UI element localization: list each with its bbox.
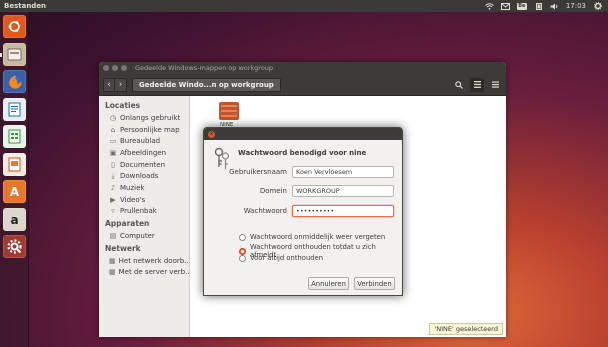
- username-row: Gebruikersnaam Koen Vervloesem: [204, 166, 394, 178]
- sidebar-item-pictures[interactable]: ▣ Afbeeldingen: [99, 147, 189, 159]
- mail-icon[interactable]: [500, 2, 510, 10]
- password-dialog: × Wachtwoord benodigd voor nine Gebruike…: [203, 127, 403, 296]
- app-menu-title[interactable]: Bestanden: [0, 2, 485, 10]
- music-icon: ♪: [110, 183, 116, 192]
- amazon-glyph: a: [10, 212, 19, 227]
- writer-icon[interactable]: [3, 98, 26, 121]
- documents-icon: ▯: [111, 160, 115, 169]
- sidebar-item-desktop[interactable]: ▭ Bureaublad: [99, 135, 189, 147]
- chevron-left-icon: ‹: [107, 79, 111, 90]
- software-center-icon[interactable]: A: [3, 180, 26, 203]
- sidebar-item-label: Persoonlijke map: [120, 125, 180, 134]
- network-icon[interactable]: [484, 2, 494, 10]
- ubuntu-dash-icon[interactable]: [3, 15, 26, 38]
- places-sidebar: Locaties ◷ Onlangs gebruikt ⌂ Persoonlijke…: [99, 96, 190, 337]
- sidebar-item-label: Computer: [120, 232, 155, 241]
- system-settings-icon[interactable]: [3, 235, 26, 258]
- password-label: Wachtwoord: [243, 207, 287, 215]
- forward-button[interactable]: ›: [115, 77, 127, 92]
- sidebar-item-label: Onlangs gebruikt: [120, 113, 181, 122]
- clock-icon: ◷: [109, 113, 117, 122]
- sidebar-item-downloads[interactable]: ⤓ Downloads: [99, 170, 189, 182]
- battery-icon[interactable]: [534, 2, 543, 10]
- files-icon[interactable]: [3, 43, 26, 66]
- sidebar-item-label: Het netwerk doorb...: [118, 256, 189, 265]
- sidebar-item-recent[interactable]: ◷ Onlangs gebruikt: [99, 112, 189, 124]
- cancel-button[interactable]: Annuleren: [308, 277, 349, 290]
- dialog-heading: Wachtwoord benodigd voor nine: [238, 149, 367, 157]
- sidebar-item-label: Prullenbak: [120, 207, 157, 216]
- sidebar-item-trash[interactable]: ▿ Prullenbak: [99, 206, 189, 218]
- sidebar-item-label: Bureaublad: [120, 137, 161, 146]
- firefox-icon[interactable]: [3, 70, 26, 93]
- chevron-right-icon: ›: [118, 79, 123, 90]
- trash-icon: ▿: [111, 207, 115, 216]
- sidebar-item-label: Video's: [120, 195, 146, 204]
- list-view-icon[interactable]: [470, 77, 484, 92]
- calc-icon[interactable]: [3, 125, 26, 148]
- desktop-icon: ▭: [109, 137, 117, 146]
- pictures-icon: ▣: [109, 148, 117, 157]
- sidebar-item-documents[interactable]: ▯ Documenten: [99, 159, 189, 171]
- breadcrumb[interactable]: Gedeelde Windo...n op workgroup: [132, 77, 281, 92]
- sidebar-heading-network: Netwerk: [105, 243, 141, 253]
- sidebar-item-label: Documenten: [120, 160, 166, 169]
- domain-label: Domein: [259, 187, 287, 195]
- network-icon: ▦: [109, 256, 116, 265]
- username-field[interactable]: Koen Vervloesem: [292, 166, 394, 178]
- password-row: Wachtwoord ••••••••••: [204, 205, 394, 217]
- amazon-icon[interactable]: a: [3, 208, 26, 231]
- back-button[interactable]: ‹: [103, 77, 115, 92]
- sidebar-item-label: Afbeeldingen: [120, 148, 167, 157]
- close-icon[interactable]: ×: [208, 130, 215, 138]
- domain-field[interactable]: WORKGROUP: [292, 185, 394, 197]
- status-bar: 'NINE' geselecteerd: [429, 323, 503, 335]
- sidebar-heading-devices: Apparaten: [105, 219, 150, 229]
- indicator-tray: Be 17:03: [484, 2, 608, 10]
- home-icon: ⌂: [110, 125, 116, 134]
- close-window-icon[interactable]: [103, 65, 109, 71]
- radio-label: Voor altijd onthouden: [250, 254, 324, 262]
- radio-remember-forever[interactable]: Voor altijd onthouden: [239, 254, 323, 262]
- radio-button[interactable]: [239, 254, 246, 262]
- sidebar-item-label: Downloads: [120, 172, 159, 181]
- impress-icon[interactable]: [3, 153, 26, 176]
- sidebar-item-computer[interactable]: ▤ Computer: [99, 230, 189, 242]
- keyboard-icon[interactable]: Be: [516, 2, 527, 10]
- launcher: A a: [0, 12, 29, 347]
- dialog-titlebar[interactable]: ×: [204, 128, 402, 140]
- minimize-window-icon[interactable]: [112, 65, 118, 71]
- window-title: Gedeelde Windows-mappen op workgroup: [135, 64, 274, 72]
- radio-forget-immediately[interactable]: Wachtwoord onmiddelijk weer vergeten: [239, 233, 385, 241]
- top-panel: Bestanden Be 17:03: [0, 0, 608, 12]
- files-toolbar: ‹ › Gedeelde Windo...n op workgroup: [99, 74, 506, 96]
- sidebar-heading-locations: Locaties: [105, 101, 141, 110]
- sidebar-item-videos[interactable]: ▶ Video's: [99, 194, 189, 206]
- software-center-glyph: A: [9, 184, 20, 199]
- server-icon: ▦: [109, 268, 116, 277]
- sidebar-item-browse-network[interactable]: ▦ Het netwerk doorb...: [99, 255, 189, 267]
- connect-button[interactable]: Verbinden: [354, 277, 395, 290]
- domain-row: Domein WORKGROUP: [204, 185, 394, 197]
- files-titlebar[interactable]: Gedeelde Windows-mappen op workgroup: [99, 62, 506, 74]
- videos-icon: ▶: [110, 195, 116, 204]
- sidebar-item-label: Muziek: [120, 183, 145, 192]
- sidebar-item-label: Met de server verb...: [118, 268, 189, 277]
- radio-label: Wachtwoord onmiddelijk weer vergeten: [250, 233, 386, 241]
- downloads-icon: ⤓: [111, 171, 115, 180]
- username-label: Gebruikersnaam: [229, 168, 287, 176]
- sidebar-item-home[interactable]: ⌂ Persoonlijke map: [99, 124, 189, 136]
- clock-text[interactable]: 17:03: [566, 2, 586, 10]
- menu-icon[interactable]: [488, 78, 502, 92]
- password-field[interactable]: ••••••••••: [292, 205, 394, 217]
- session-gear-icon[interactable]: [593, 2, 602, 10]
- computer-icon: ▤: [109, 232, 117, 241]
- search-icon[interactable]: [452, 78, 466, 92]
- sidebar-item-music[interactable]: ♪ Muziek: [99, 182, 189, 194]
- maximize-window-icon[interactable]: [121, 65, 127, 71]
- volume-icon[interactable]: [550, 3, 559, 10]
- radio-button[interactable]: [239, 233, 246, 241]
- network-share-icon[interactable]: [218, 101, 240, 121]
- sidebar-item-connect-server[interactable]: ▦ Met de server verb...: [99, 267, 189, 279]
